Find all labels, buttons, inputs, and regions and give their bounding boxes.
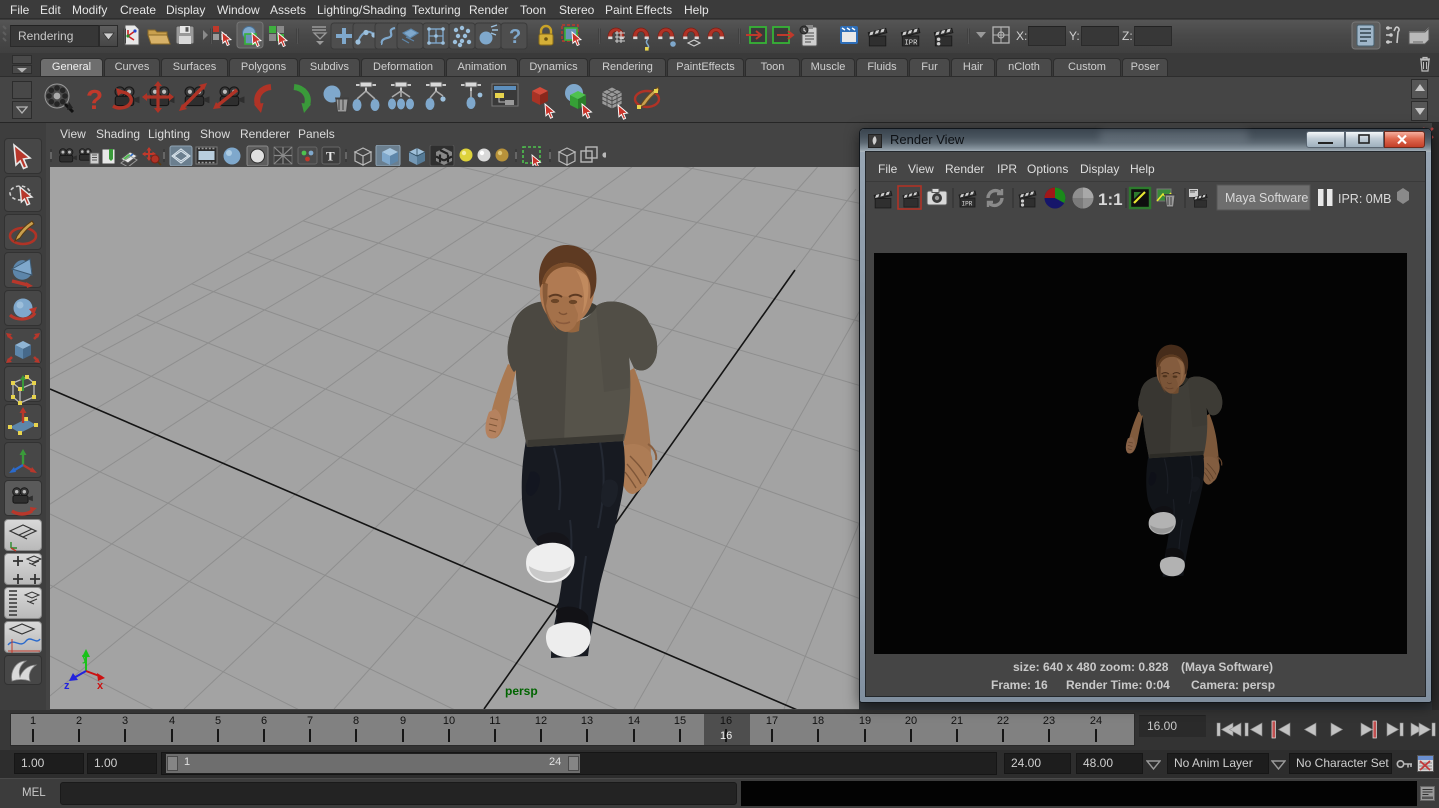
svg-text:IPR: 0MB: IPR: 0MB (1338, 192, 1392, 206)
svg-text:y: y (82, 652, 89, 664)
svg-text:IPR: IPR (905, 39, 919, 47)
svg-text:Maya Software: Maya Software (1225, 191, 1308, 205)
svg-text:?: ? (509, 26, 521, 48)
svg-text:?: ? (86, 84, 103, 115)
svg-text:persp: persp (505, 684, 538, 698)
svg-text:T: T (326, 149, 335, 164)
svg-text:1:1: 1:1 (1098, 190, 1123, 209)
svg-text:z: z (64, 680, 70, 692)
svg-text:IPR: IPR (962, 201, 973, 208)
svg-text:x: x (97, 680, 104, 692)
